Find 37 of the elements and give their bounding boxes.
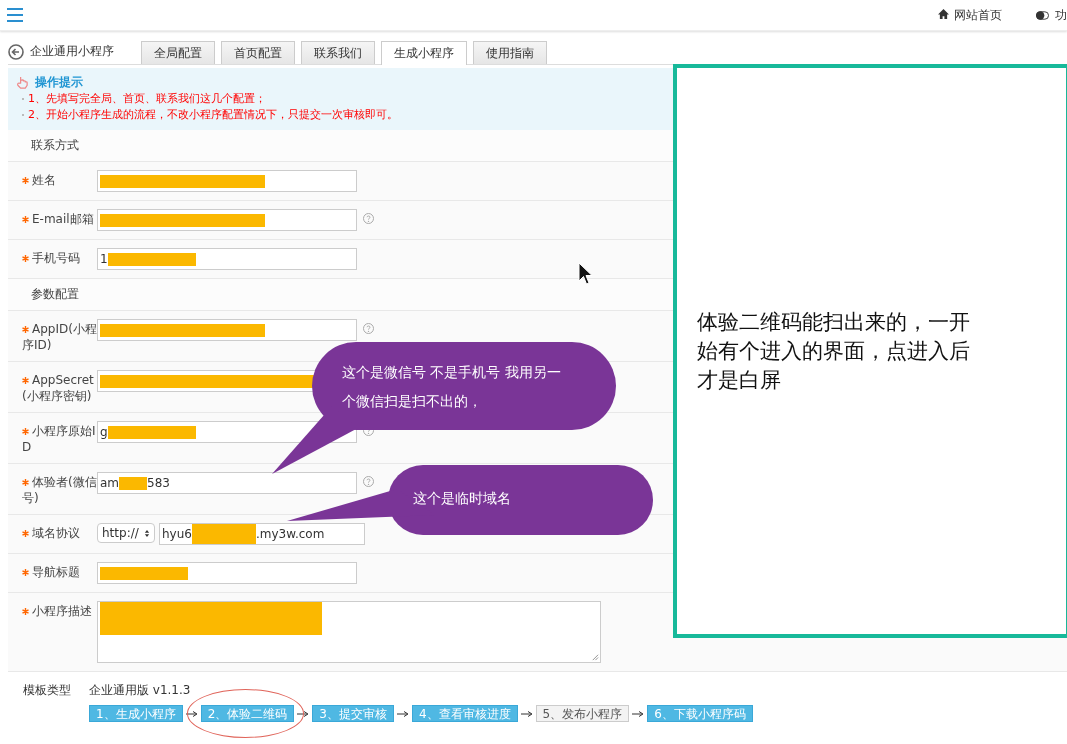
protocol-select[interactable]: http:// xyxy=(97,523,155,543)
tab[interactable]: 联系我们 xyxy=(301,41,375,64)
field-text: hyu6 xyxy=(162,527,192,541)
tab[interactable]: 生成小程序 xyxy=(381,41,467,65)
tip-text: 2、开始小程序生成的流程，不改小程序配置情况下，只提交一次审核即可。 xyxy=(28,107,398,123)
tab[interactable]: 全局配置 xyxy=(141,41,215,64)
field-text: g xyxy=(100,425,108,439)
field-label: 小程序原始ID xyxy=(22,423,97,455)
step-button[interactable]: 5、发布小程序 xyxy=(535,705,630,722)
field-text: 1 xyxy=(100,252,108,266)
field-label: 姓名 xyxy=(22,170,97,188)
template-version: 企业通用版 v1.1.3 xyxy=(89,682,191,699)
field-label: 手机号码 xyxy=(22,248,97,266)
note-text: 体验二维码能扫出来的，一开始有个进入的界面，点进入后才是白屏 xyxy=(697,308,971,394)
field-label: AppSecret(小程序密钥) xyxy=(22,372,95,404)
tab[interactable]: 首页配置 xyxy=(221,41,295,64)
field-label: 域名协议 xyxy=(22,523,97,541)
field-label: 小程序描述 xyxy=(22,601,97,619)
field-text: 583 xyxy=(147,476,170,490)
field-label: 模板类型 xyxy=(23,682,72,699)
field-label: E-mail邮箱 xyxy=(22,209,97,227)
field-text: .my3w.com xyxy=(255,527,325,541)
tips-title: 操作提示 xyxy=(35,74,83,91)
bubble-text: 这个是临时域名 xyxy=(413,489,512,508)
field-label: 体验者(微信号) xyxy=(22,474,97,506)
text-field[interactable]: am 583 xyxy=(97,472,357,494)
field-text: am xyxy=(100,476,120,490)
tip-text: 1、先填写完全局、首页、联系我们这几个配置； xyxy=(28,91,266,107)
menu-link[interactable]: 功 xyxy=(1055,6,1067,24)
field-label: 导航标题 xyxy=(22,562,97,580)
home-link[interactable]: 网站首页 xyxy=(938,6,1002,24)
text-field[interactable]: 1 xyxy=(97,248,357,270)
bubble-text: 这个是微信号 不是手机号 我用另一个微信扫是扫不出的， xyxy=(342,363,562,411)
tab[interactable]: 使用指南 xyxy=(473,41,547,64)
page-title: 企业通用小程序 xyxy=(30,43,114,60)
field-label: AppID(小程序ID) xyxy=(22,321,97,353)
text-field[interactable]: hyu6 .my3w.com xyxy=(159,523,365,545)
